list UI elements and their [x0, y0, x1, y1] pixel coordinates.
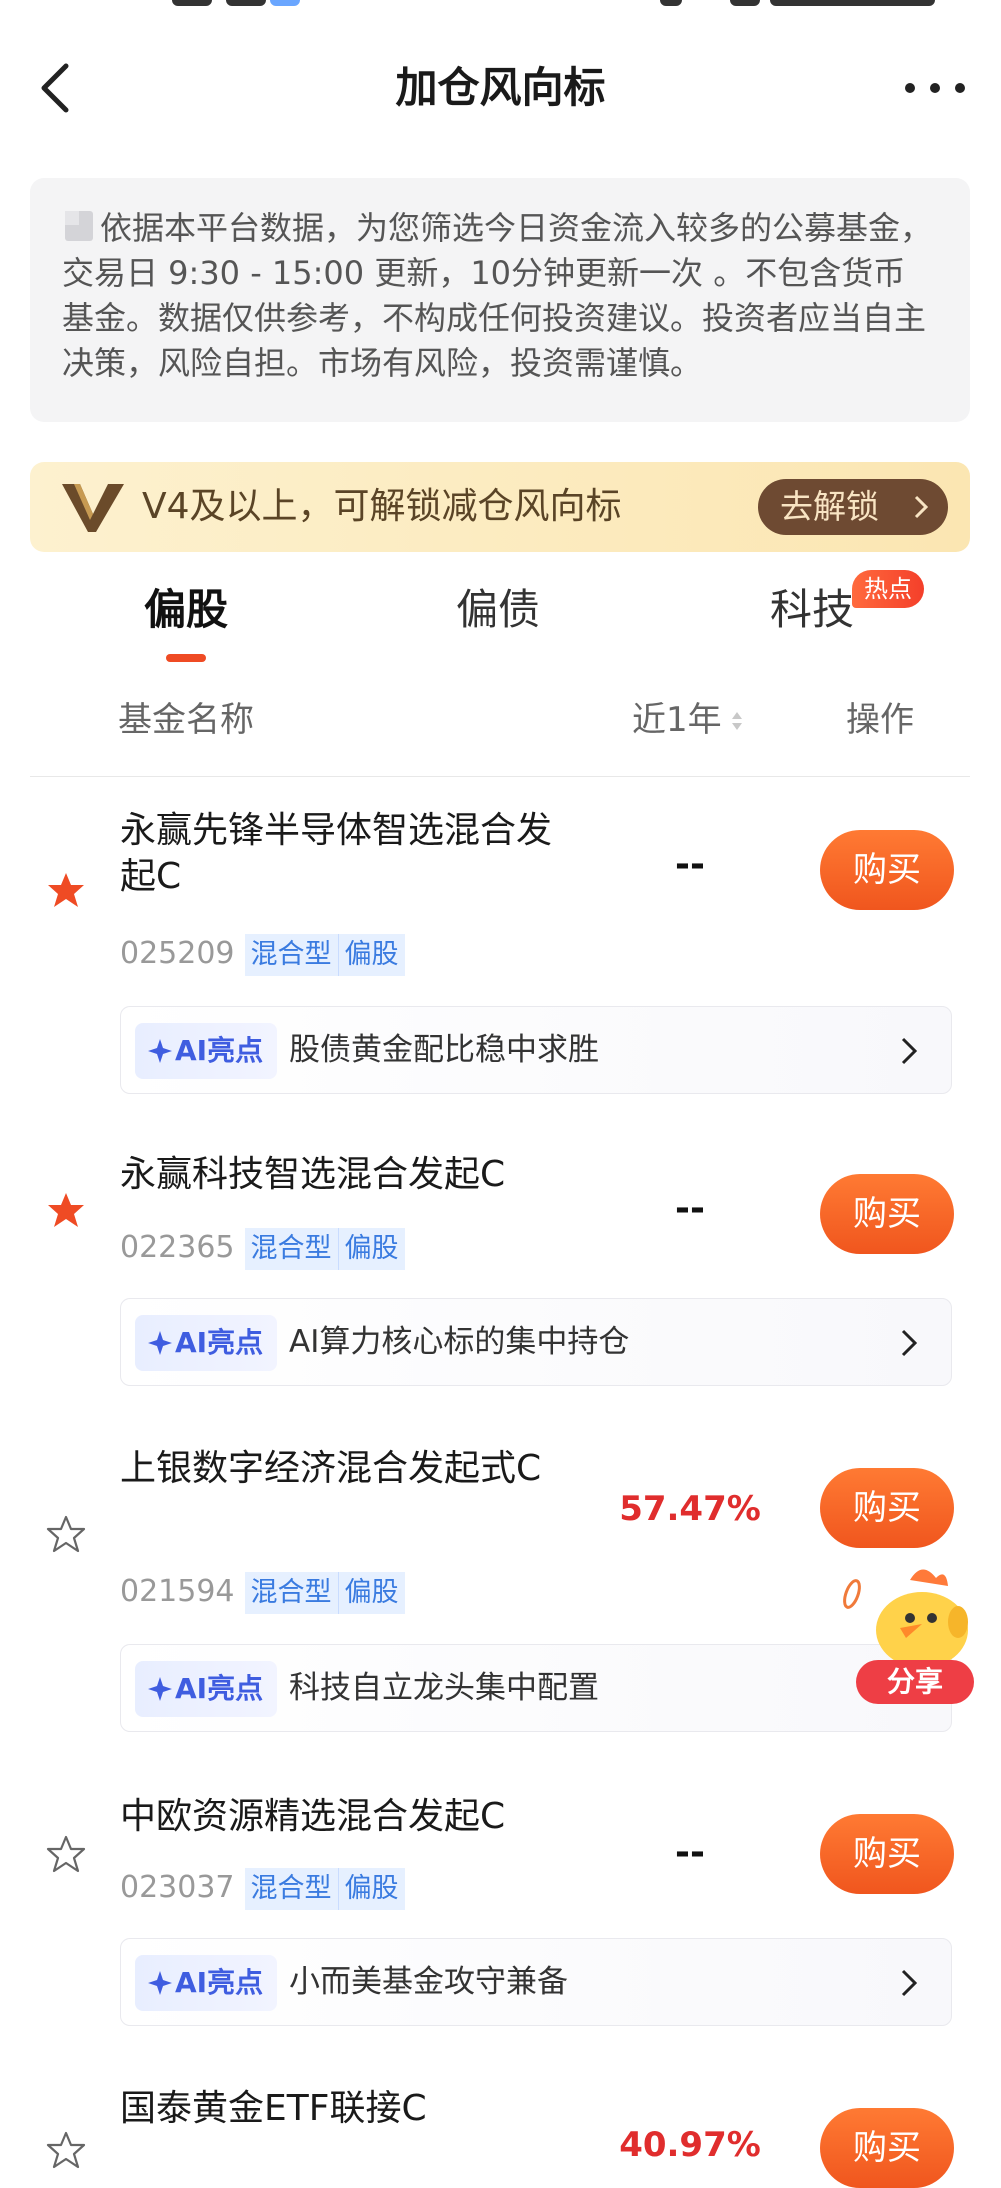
fund-name[interactable]: 上银数字经济混合发起式C — [120, 1446, 580, 1492]
ai-highlight-card[interactable]: AI亮点 股债黄金配比稳中求胜 — [120, 1006, 952, 1094]
page-title: 加仓风向标 — [395, 63, 606, 112]
fund-return: -- — [675, 1832, 705, 1873]
ai-badge-label: AI亮点 — [175, 1966, 264, 1999]
chick-mascot-icon — [843, 1569, 968, 1668]
buy-button[interactable]: 购买 — [820, 1468, 954, 1548]
fund-type-tag: 混合型 — [244, 1228, 338, 1270]
ai-highlight-text: 科技自立龙头集中配置 — [289, 1670, 599, 1706]
unlock-label: 去解锁 — [780, 487, 879, 526]
ai-badge-label: AI亮点 — [175, 1672, 264, 1705]
share-mascot[interactable]: 分享 — [840, 1560, 980, 1710]
buy-button[interactable]: 购买 — [820, 830, 954, 910]
fund-name[interactable]: 国泰黄金ETF联接C — [120, 2086, 580, 2132]
fund-style-tag: 偏股 — [337, 934, 405, 976]
sparkle-icon — [148, 1331, 172, 1355]
more-options-icon[interactable] — [900, 70, 970, 106]
star-filled-icon[interactable] — [46, 870, 86, 910]
ai-badge: AI亮点 — [135, 1023, 278, 1079]
ai-highlight-text: AI算力核心标的集中持仓 — [289, 1324, 630, 1360]
notice-text: 依据本平台数据，为您筛选今日资金流入较多的公募基金，交易日 9:30 - 15:… — [62, 209, 933, 382]
sparkle-icon — [148, 1039, 172, 1063]
fund-code: 023037 — [120, 1870, 235, 1905]
fund-meta: 021594 混合型 偏股 — [120, 1570, 405, 1614]
hot-badge: 热点 — [852, 570, 924, 608]
col-action: 操作 — [846, 700, 914, 740]
fund-style-tag: 偏股 — [337, 1868, 405, 1910]
fund-style-tag: 偏股 — [337, 1228, 405, 1270]
ai-badge: AI亮点 — [135, 1315, 278, 1371]
wifi-icon — [730, 0, 760, 6]
tab-tech[interactable]: 科技 — [770, 580, 854, 640]
star-outline-icon[interactable] — [46, 1834, 86, 1874]
chevron-right-icon — [914, 495, 928, 519]
category-tabs: 偏股 偏债 科技 热点 — [0, 570, 1001, 670]
fund-type-tag: 混合型 — [244, 1868, 338, 1910]
fund-meta: 023037 混合型 偏股 — [120, 1866, 405, 1910]
fund-code: 021594 — [120, 1574, 235, 1609]
star-filled-icon[interactable] — [46, 1190, 86, 1230]
active-tab-indicator — [166, 654, 206, 662]
column-header: 基金名称 近1年 操作 — [0, 690, 1001, 750]
ai-badge-label: AI亮点 — [175, 1326, 264, 1359]
fund-code: 025209 — [120, 936, 235, 971]
fund-return: -- — [675, 1188, 705, 1229]
ai-badge-label: AI亮点 — [175, 1034, 264, 1067]
ai-highlight-text: 小而美基金攻守兼备 — [289, 1964, 568, 2000]
ai-highlight-text: 股债黄金配比稳中求胜 — [289, 1032, 599, 1068]
vip-banner[interactable]: V4及以上，可解锁减仓风向标 去解锁 — [30, 462, 970, 552]
col-period[interactable]: 近1年 — [632, 690, 744, 750]
signal-icon — [660, 0, 682, 6]
sparkle-icon — [148, 1677, 172, 1701]
buy-button[interactable]: 购买 — [820, 1814, 954, 1894]
battery-icon — [875, 0, 935, 6]
ai-badge: AI亮点 — [135, 1955, 278, 2011]
buy-button[interactable]: 购买 — [820, 2108, 954, 2188]
share-button[interactable]: 分享 — [856, 1660, 974, 1704]
v-logo-icon — [62, 484, 124, 532]
col-fund-name: 基金名称 — [118, 700, 254, 740]
star-outline-icon[interactable] — [46, 2130, 86, 2170]
fund-style-tag: 偏股 — [337, 1572, 405, 1614]
fund-meta: 025209 混合型 偏股 — [120, 932, 405, 976]
chevron-right-icon — [901, 1037, 917, 1065]
status-icon — [226, 0, 266, 6]
ai-badge: AI亮点 — [135, 1661, 278, 1717]
unlock-button[interactable]: 去解锁 — [758, 479, 948, 535]
divider — [30, 776, 970, 777]
tab-stock[interactable]: 偏股 — [144, 580, 228, 640]
chevron-right-icon — [901, 1969, 917, 1997]
vip-text: V4及以上，可解锁减仓风向标 — [142, 486, 622, 527]
fund-return: 40.97% — [619, 2125, 761, 2165]
fund-name[interactable]: 中欧资源精选混合发起C — [120, 1794, 580, 1840]
chevron-right-icon — [901, 1329, 917, 1357]
ai-highlight-card[interactable]: AI亮点 小而美基金攻守兼备 — [120, 1938, 952, 2026]
fund-type-tag: 混合型 — [244, 1572, 338, 1614]
status-icon — [172, 0, 212, 6]
tab-bond[interactable]: 偏债 — [456, 580, 540, 640]
status-icon — [270, 0, 300, 6]
fund-meta: 022365 混合型 偏股 — [120, 1226, 405, 1270]
sparkle-icon — [148, 1971, 172, 1995]
fund-code: 022365 — [120, 1230, 235, 1265]
fund-name[interactable]: 永赢先锋半导体智选混合发起C — [120, 808, 580, 900]
fund-return: 57.47% — [619, 1489, 761, 1529]
buy-button[interactable]: 购买 — [820, 1174, 954, 1254]
document-icon — [65, 211, 93, 241]
fund-name[interactable]: 永赢科技智选混合发起C — [120, 1152, 580, 1198]
fund-type-tag: 混合型 — [244, 934, 338, 976]
fund-return: -- — [675, 844, 705, 885]
nav-bar: 加仓风向标 — [0, 40, 1001, 136]
star-outline-icon[interactable] — [46, 1514, 86, 1554]
col-period-label: 近1年 — [632, 700, 722, 740]
sort-icon — [731, 712, 742, 730]
ai-highlight-card[interactable]: AI亮点 科技自立龙头集中配置 — [120, 1644, 952, 1732]
ai-highlight-card[interactable]: AI亮点 AI算力核心标的集中持仓 — [120, 1298, 952, 1386]
status-bar — [0, 0, 1001, 14]
notice-box: 依据本平台数据，为您筛选今日资金流入较多的公募基金，交易日 9:30 - 15:… — [30, 178, 970, 422]
